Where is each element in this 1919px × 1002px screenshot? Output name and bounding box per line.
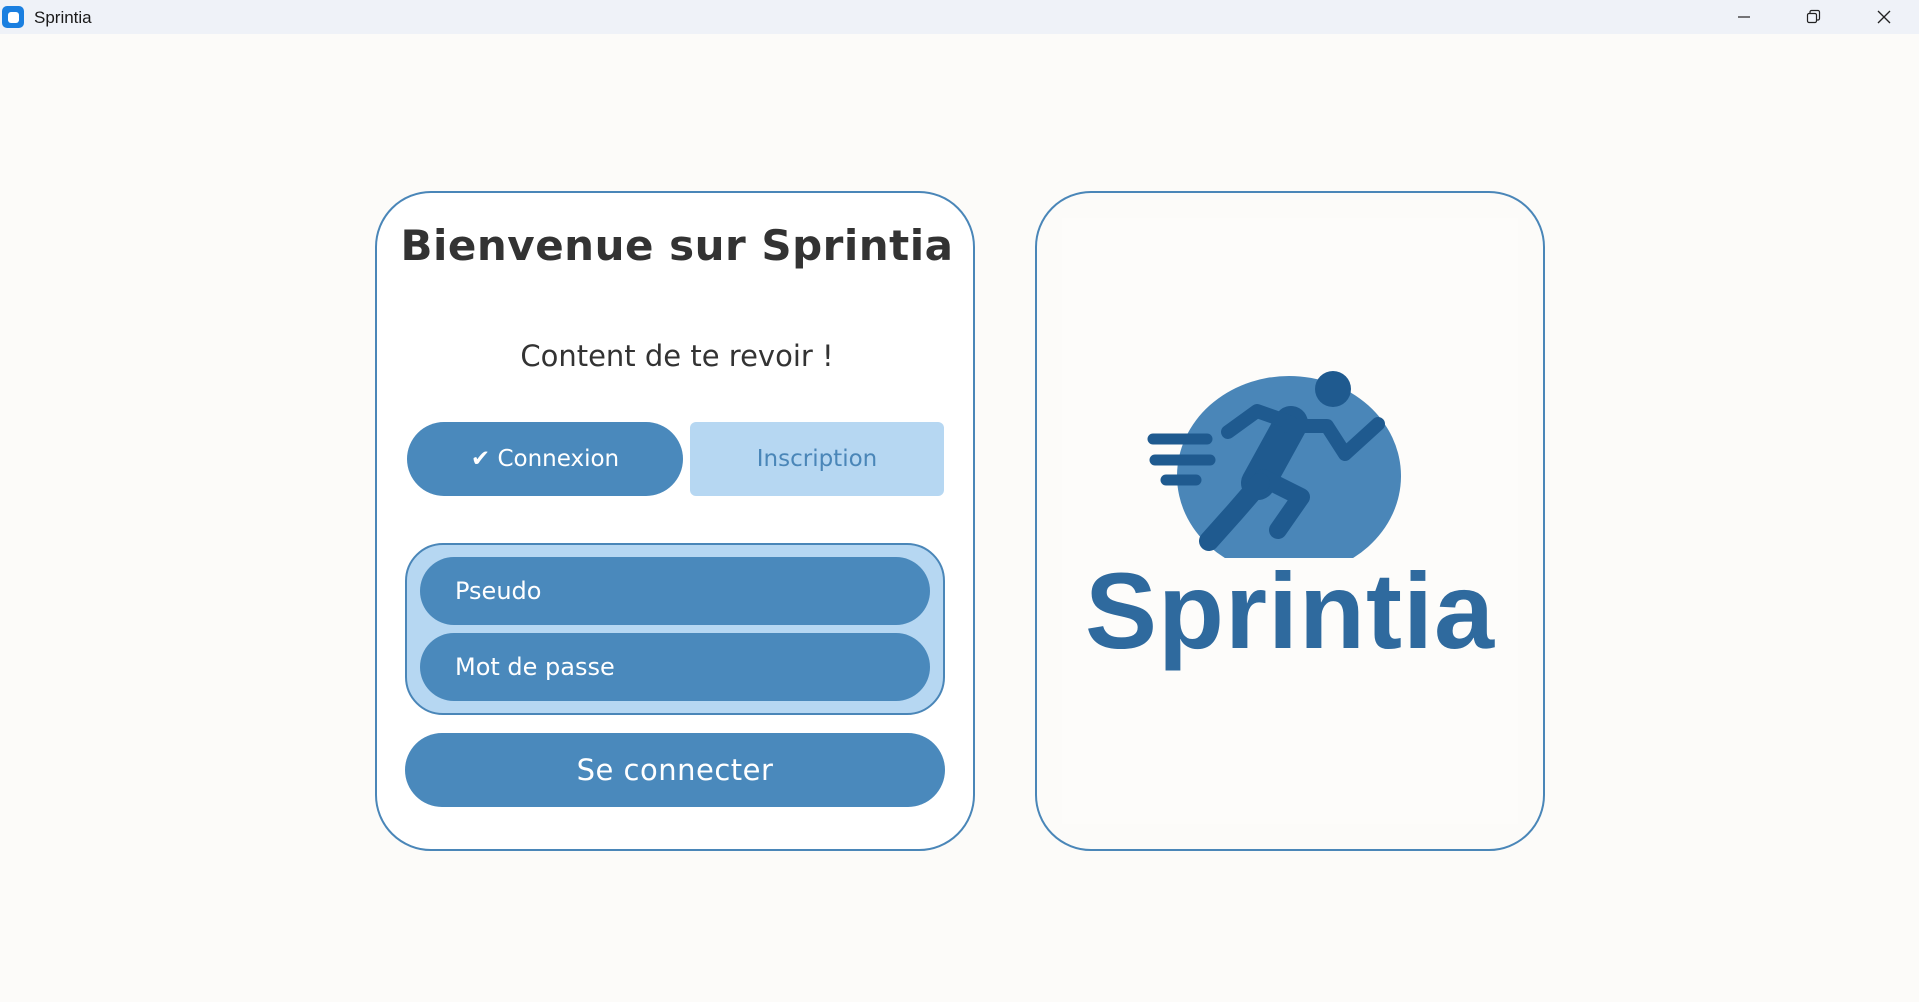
tab-inscription[interactable]: Inscription (690, 422, 944, 496)
login-button[interactable]: Se connecter (405, 733, 945, 807)
logo-wordmark: Sprintia (1084, 550, 1496, 671)
login-card: Bienvenue sur Sprintia Content de te rev… (375, 191, 975, 851)
logo-image: Sprintia (1062, 218, 1518, 824)
close-icon (1877, 10, 1891, 24)
window-titlebar: Sprintia (0, 0, 1919, 34)
welcome-title: Bienvenue sur Sprintia (400, 221, 954, 270)
runner-icon (1147, 371, 1401, 558)
close-button[interactable] (1850, 0, 1918, 34)
window-title: Sprintia (34, 8, 92, 27)
minimize-icon (1738, 16, 1750, 18)
username-input[interactable] (420, 557, 930, 625)
restore-icon (1806, 9, 1821, 24)
logo-card: Sprintia (1035, 191, 1545, 851)
app-icon (2, 6, 24, 28)
welcome-subtitle: Content de te revoir ! (520, 339, 834, 373)
credentials-group (405, 543, 945, 715)
tab-connexion[interactable]: ✔ Connexion (407, 422, 683, 496)
minimize-button[interactable] (1710, 0, 1778, 34)
password-input[interactable] (420, 633, 930, 701)
restore-button[interactable] (1779, 0, 1847, 34)
